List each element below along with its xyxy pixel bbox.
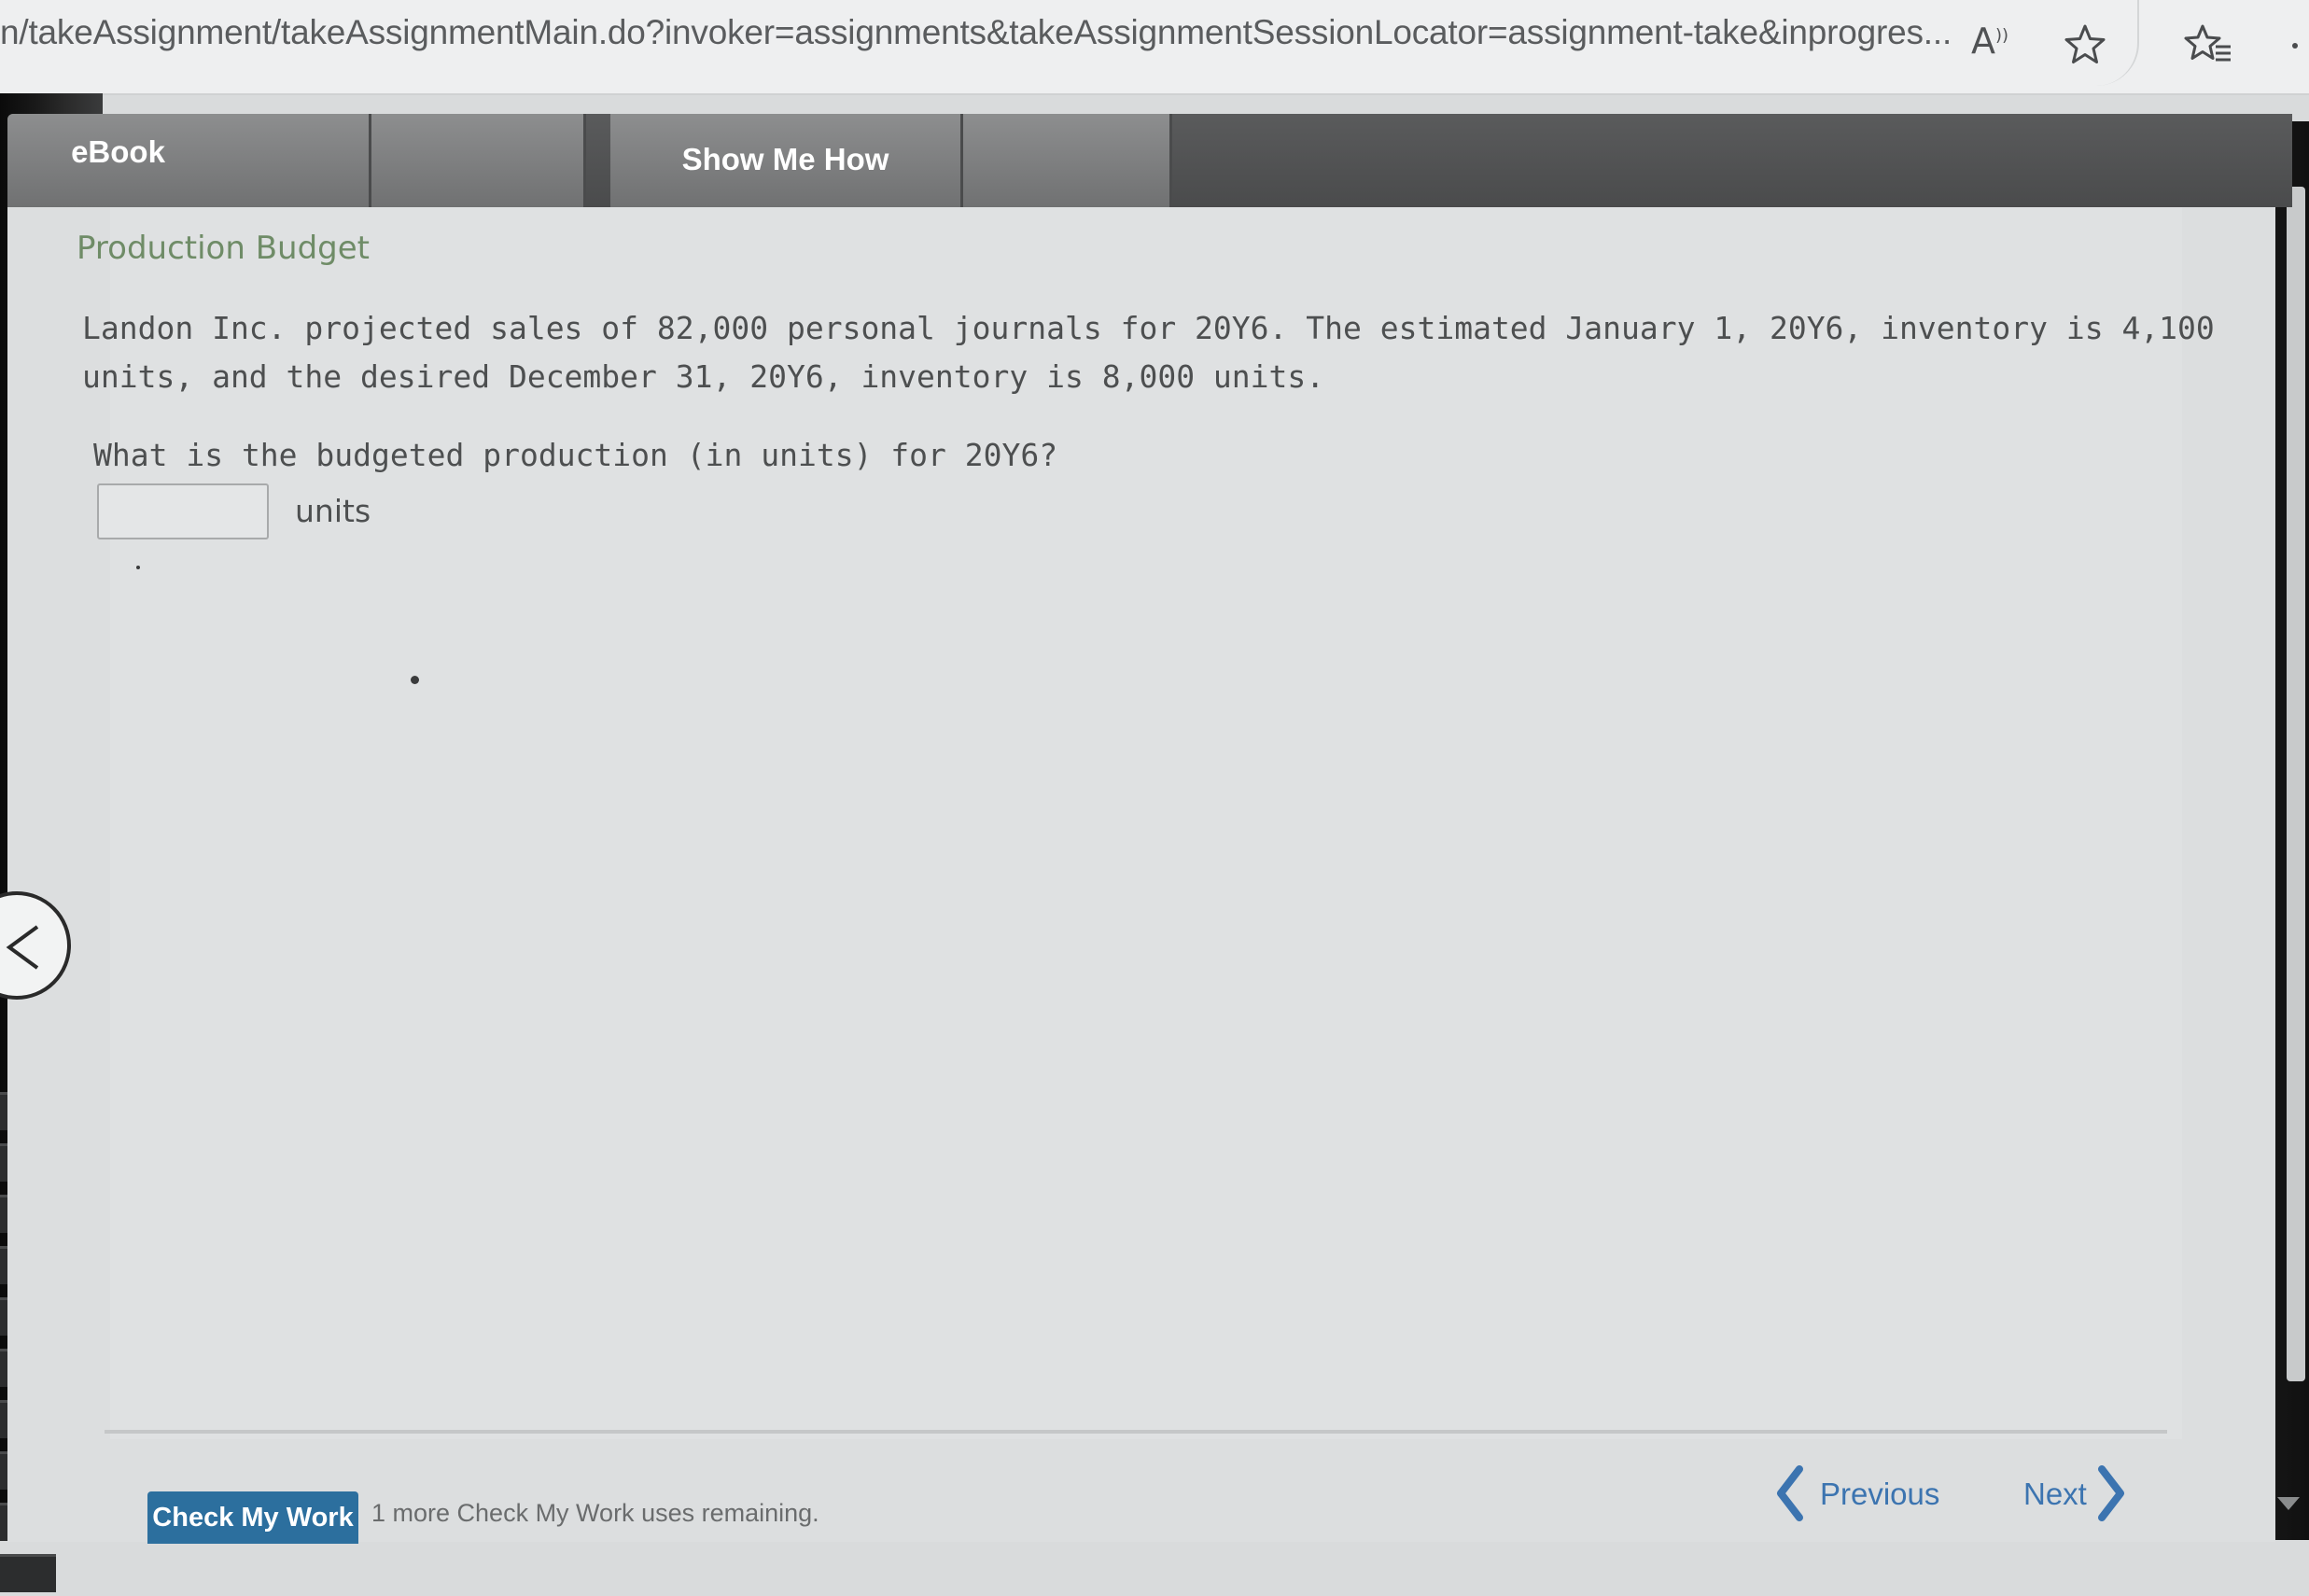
question-text: What is the budgeted production (in unit… — [93, 437, 1058, 473]
star-icon[interactable] — [2063, 22, 2107, 67]
screen-speck — [411, 676, 419, 684]
next-label: Next — [2023, 1477, 2087, 1511]
browser-address-bar[interactable]: n/takeAssignment/takeAssignmentMain.do?i… — [0, 0, 2309, 95]
favorites-icon[interactable] — [2184, 22, 2232, 67]
footer-divider — [105, 1430, 2167, 1434]
more-icon[interactable] — [2292, 43, 2298, 49]
problem-statement: Landon Inc. projected sales of 82,000 pe… — [82, 310, 2215, 395]
show-me-how-tab[interactable]: Show Me How — [610, 114, 963, 207]
read-aloud-icon[interactable]: A)) — [1971, 21, 2008, 62]
problem-title: Production Budget — [77, 230, 370, 267]
show-me-how-label: Show Me How — [681, 142, 889, 176]
previous-button[interactable]: Previous — [1773, 1465, 1941, 1525]
next-button[interactable]: Next — [2023, 1465, 2135, 1525]
right-scrollbar[interactable] — [2287, 187, 2305, 1381]
url-text[interactable]: n/takeAssignment/takeAssignmentMain.do?i… — [0, 13, 1952, 52]
read-aloud-label: A — [1971, 21, 1995, 62]
ebook-tab[interactable]: eBook — [7, 114, 371, 207]
chevron-right-icon — [2098, 1465, 2124, 1521]
check-work-remaining-text: 1 more Check My Work uses remaining. — [371, 1499, 819, 1527]
check-my-work-button[interactable]: Check My Work — [147, 1491, 358, 1544]
previous-label: Previous — [1820, 1477, 1940, 1511]
budgeted-production-input[interactable] — [97, 483, 269, 539]
toolbar-tab-blank-1[interactable] — [371, 114, 586, 207]
screen-speck — [136, 566, 140, 569]
chevron-left-icon — [1777, 1465, 1803, 1521]
assignment-toolbar: eBook Show Me How — [7, 114, 2292, 207]
assignment-content — [7, 207, 2275, 1542]
chevron-left-icon — [6, 925, 39, 970]
ebook-tab-label: eBook — [71, 134, 165, 169]
toolbar-tab-blank-2[interactable] — [963, 114, 1172, 207]
units-label: units — [295, 493, 371, 529]
right-scroll-down-icon[interactable] — [2277, 1497, 2300, 1510]
